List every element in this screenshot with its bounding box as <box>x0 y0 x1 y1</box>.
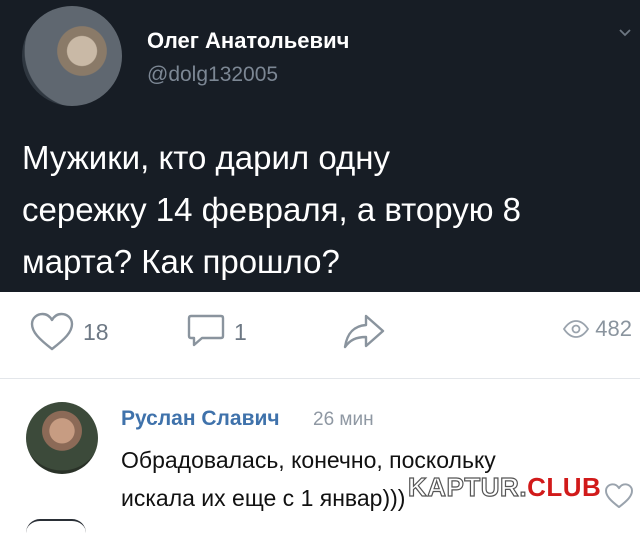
comment-like-icon[interactable] <box>604 483 634 509</box>
watermark-text: KAPTUR. <box>407 471 528 502</box>
author-name[interactable]: Олег Анатольевич <box>147 28 349 54</box>
chevron-down-icon[interactable] <box>618 26 632 40</box>
comment-count: 1 <box>234 318 247 345</box>
share-arrow-icon <box>343 314 385 349</box>
speech-bubble-icon <box>187 314 225 347</box>
views-counter: 482 <box>563 316 632 342</box>
views-count: 482 <box>595 316 632 341</box>
author-avatar[interactable] <box>22 6 122 106</box>
share-button[interactable] <box>342 312 386 352</box>
tweet-card: Олег Анатольевич @dolg132005 Мужики, кто… <box>0 0 640 292</box>
comment-button[interactable]: 1 <box>186 312 247 352</box>
tweet-text-line: марта? Как прошло? <box>22 243 340 280</box>
commenter-name[interactable]: Руслан Славич <box>121 407 280 431</box>
tweet-text-line: сережку 14 февраля, а вторую 8 <box>22 191 521 228</box>
author-handle[interactable]: @dolg132005 <box>147 63 278 87</box>
commenter-avatar[interactable] <box>26 402 98 474</box>
heart-outline-icon <box>30 312 74 351</box>
watermark-text: CLUB <box>527 472 602 502</box>
like-count: 18 <box>83 318 109 345</box>
comment-time: 26 мин <box>313 409 374 430</box>
site-watermark: KAPTUR. CLUB <box>407 471 602 512</box>
action-bar: 18 1 482 <box>0 292 640 376</box>
like-button[interactable]: 18 <box>29 312 109 352</box>
divider <box>0 378 640 379</box>
tweet-text: Мужики, кто дарил одну сережку 14 феврал… <box>22 132 632 288</box>
tweet-text-line: Мужики, кто дарил одну <box>22 139 390 176</box>
next-comment-avatar-edge <box>26 519 86 533</box>
eye-icon <box>563 320 590 338</box>
